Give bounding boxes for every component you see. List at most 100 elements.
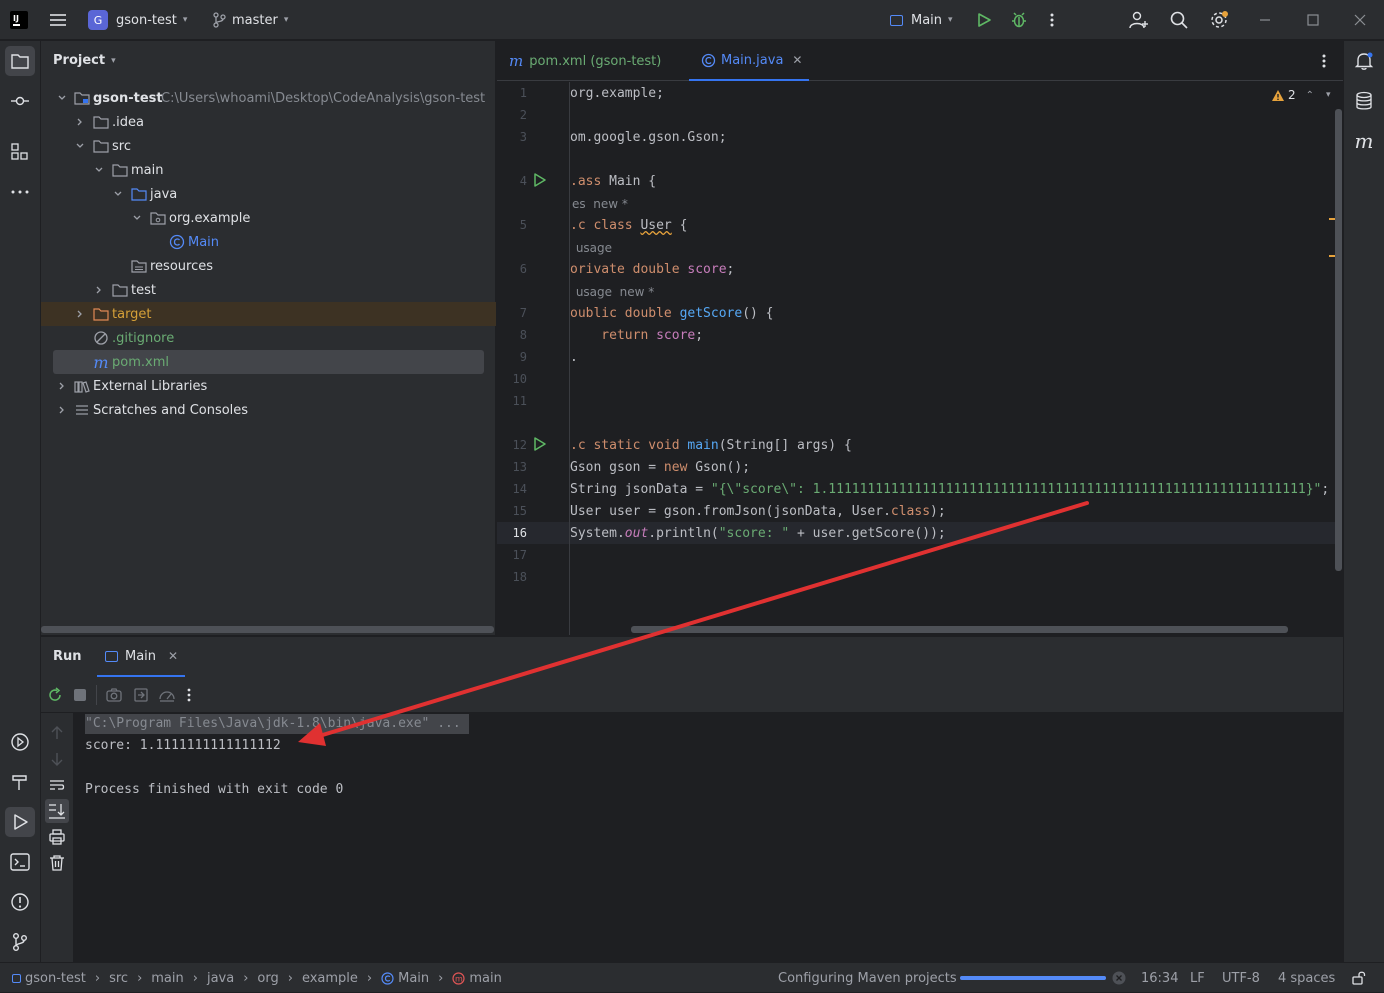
breadcrumb-item[interactable]: src <box>109 971 128 986</box>
soft-wrap-icon[interactable] <box>49 777 65 797</box>
code-line[interactable]: User user = gson.fromJson(jsonData, User… <box>570 504 946 519</box>
tab-main-java[interactable]: Main.java ✕ <box>689 41 809 81</box>
rerun-icon[interactable] <box>47 687 63 707</box>
restore-layout-icon[interactable] <box>133 687 149 707</box>
more-actions-icon[interactable] <box>1044 0 1060 40</box>
search-icon[interactable] <box>1170 0 1188 40</box>
tree-item-gitignore[interactable]: .gitignore <box>41 326 496 350</box>
run-button[interactable] <box>976 0 992 40</box>
breadcrumb-item[interactable]: Main <box>398 971 429 986</box>
git-tool-button[interactable] <box>5 927 35 957</box>
chevron-down-icon[interactable]: ▾ <box>1326 90 1331 100</box>
code-line[interactable]: orivate double score; <box>570 262 734 277</box>
tree-item-pom-xml[interactable]: m pom.xml <box>53 350 484 374</box>
project-view-selector[interactable]: Project ▾ <box>53 53 116 68</box>
coverage-icon[interactable] <box>158 687 176 707</box>
commit-tool-button[interactable] <box>5 86 35 116</box>
unlock-icon[interactable] <box>1352 963 1366 993</box>
chevron-up-icon[interactable]: ⌃ <box>1306 90 1314 101</box>
code-line[interactable]: return score; <box>570 328 703 343</box>
close-tab-icon[interactable]: ✕ <box>168 649 178 663</box>
print-icon[interactable] <box>49 829 65 849</box>
console-line[interactable]: "C:\Program Files\Java\jdk-1.8\bin\java.… <box>85 716 461 731</box>
console-line[interactable]: score: 1.1111111111111112 <box>85 738 281 753</box>
close-tab-icon[interactable]: ✕ <box>792 53 802 67</box>
background-task-label[interactable]: Configuring Maven projects <box>778 963 957 993</box>
debug-button[interactable] <box>1010 0 1028 40</box>
tree-item-main-class[interactable]: Main <box>41 230 496 254</box>
tree-item-gson-test[interactable]: gson-test C:\Users\whoami\Desktop\CodeAn… <box>41 86 496 110</box>
scroll-to-end-icon[interactable] <box>45 799 69 823</box>
services-tool-button[interactable] <box>5 727 35 757</box>
tree-item-test[interactable]: test <box>41 278 496 302</box>
code-line[interactable]: .ass Main { <box>570 174 656 189</box>
file-encoding[interactable]: UTF-8 <box>1222 963 1260 993</box>
code-line[interactable]: System.out.println("score: " + user.getS… <box>570 526 946 541</box>
vertical-scrollbar[interactable] <box>1335 109 1342 571</box>
run-tool-button[interactable] <box>5 807 35 837</box>
run-gutter-icon[interactable] <box>533 437 547 455</box>
main-menu-icon[interactable] <box>48 0 68 40</box>
close-window-icon[interactable] <box>1353 0 1367 40</box>
build-tool-button[interactable] <box>5 767 35 797</box>
trash-icon[interactable] <box>49 855 65 875</box>
arrow-up-icon[interactable] <box>50 725 64 745</box>
breadcrumb-item[interactable]: main <box>469 971 501 986</box>
add-user-icon[interactable] <box>1129 0 1149 40</box>
tree-item-org-example[interactable]: org.example <box>41 206 496 230</box>
arrow-down-icon[interactable] <box>50 751 64 771</box>
caret-position[interactable]: 16:34 <box>1141 963 1178 993</box>
breadcrumb-item[interactable]: example <box>302 971 358 986</box>
tree-item-target[interactable]: target <box>41 302 496 326</box>
tree-item-external-libraries[interactable]: External Libraries <box>41 374 496 398</box>
line-separator[interactable]: LF <box>1190 963 1205 993</box>
breadcrumb-item[interactable]: java <box>207 971 234 986</box>
tab-run-main[interactable]: Main ✕ <box>97 637 185 677</box>
tree-item-scratches[interactable]: Scratches and Consoles <box>41 398 496 422</box>
code-line[interactable]: Gson gson = new Gson(); <box>570 460 750 475</box>
database-button[interactable] <box>1349 86 1379 116</box>
console-line[interactable]: Process finished with exit code 0 <box>85 782 343 797</box>
code-line[interactable]: .c class User { <box>570 218 687 233</box>
breadcrumb-item[interactable]: org <box>257 971 278 986</box>
inspection-widget[interactable]: 2 ⌃ ▾ <box>1271 88 1331 102</box>
intellij-logo[interactable]: IJ <box>10 0 28 40</box>
tab-options-icon[interactable] <box>1317 53 1331 73</box>
tree-item-resources[interactable]: resources <box>41 254 496 278</box>
breadcrumb-item[interactable]: main <box>151 971 183 986</box>
tree-item-src[interactable]: src <box>41 134 496 158</box>
more-tools-button[interactable] <box>5 177 35 207</box>
project-switcher[interactable]: G gson-test ▾ <box>88 0 187 40</box>
more-actions-icon[interactable] <box>183 687 195 707</box>
settings-icon[interactable] <box>1209 0 1229 40</box>
code-vision-hint[interactable]: usage new * <box>572 285 654 299</box>
code-line[interactable]: oublic double getScore() { <box>570 306 774 321</box>
structure-tool-button[interactable] <box>5 137 35 167</box>
breadcrumb-item[interactable]: gson-test <box>25 971 86 986</box>
code-vision-hint[interactable]: es new * <box>572 197 628 211</box>
code-line[interactable]: om.google.gson.Gson; <box>570 130 727 145</box>
project-tool-button[interactable] <box>5 46 35 76</box>
horizontal-scrollbar[interactable] <box>41 626 494 633</box>
tree-item-main[interactable]: main <box>41 158 496 182</box>
code-vision-hint[interactable]: usage <box>572 241 612 255</box>
tree-item-java[interactable]: java <box>41 182 496 206</box>
indent-settings[interactable]: 4 spaces <box>1278 963 1335 993</box>
problems-tool-button[interactable] <box>5 887 35 917</box>
code-line[interactable]: org.example; <box>570 86 664 101</box>
notifications-button[interactable] <box>1349 46 1379 76</box>
code-line[interactable]: .c static void main(String[] args) { <box>570 438 852 453</box>
maven-button[interactable]: m <box>1349 126 1379 156</box>
run-gutter-icon[interactable] <box>533 173 547 191</box>
tree-item-idea[interactable]: .idea <box>41 110 496 134</box>
camera-icon[interactable] <box>106 688 122 706</box>
maximize-icon[interactable] <box>1306 0 1320 40</box>
code-line[interactable]: . <box>570 350 578 365</box>
horizontal-scrollbar[interactable] <box>631 626 1288 633</box>
minimize-icon[interactable] <box>1258 0 1272 40</box>
terminal-tool-button[interactable] <box>5 847 35 877</box>
cancel-task-icon[interactable] <box>1112 963 1126 993</box>
run-config-selector[interactable]: Main ▾ <box>890 0 953 40</box>
code-line[interactable]: String jsonData = "{\"score\": 1.1111111… <box>570 482 1339 497</box>
vcs-branch-widget[interactable]: master ▾ <box>212 0 288 40</box>
